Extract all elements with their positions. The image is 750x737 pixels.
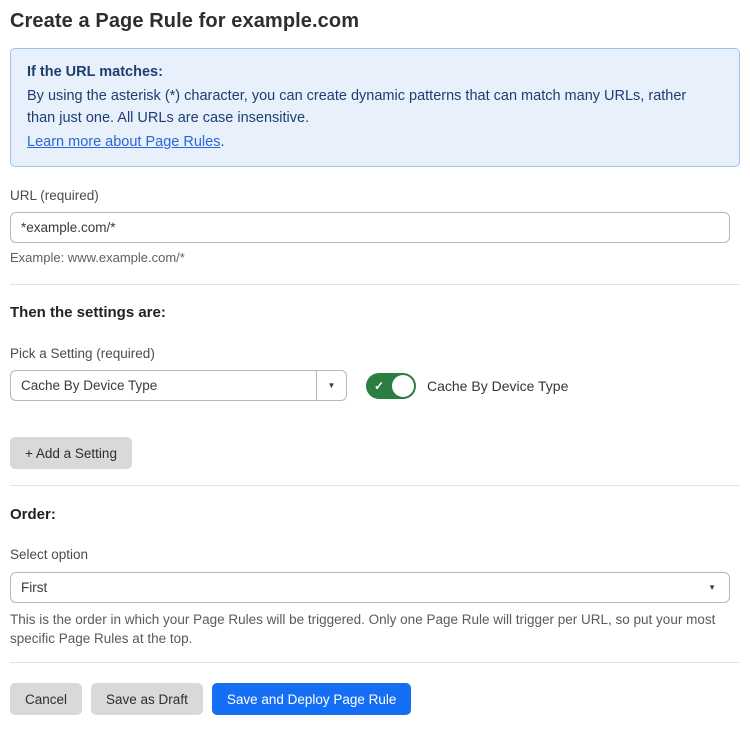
add-setting-button[interactable]: + Add a Setting: [10, 437, 132, 469]
cache-by-device-type-toggle[interactable]: ✓: [366, 373, 416, 399]
url-input[interactable]: [10, 212, 730, 243]
setting-row: Cache By Device Type ▼ ✓ Cache By Device…: [10, 370, 740, 401]
toggle-knob: [392, 375, 414, 397]
setting-select[interactable]: Cache By Device Type ▼: [10, 370, 347, 401]
check-icon: ✓: [374, 380, 384, 392]
setting-select-arrow-button[interactable]: ▼: [316, 371, 346, 400]
order-section-heading: Order:: [10, 506, 740, 523]
link-period: .: [220, 134, 224, 150]
info-callout-body: By using the asterisk (*) character, you…: [27, 85, 707, 129]
order-select-label: Select option: [10, 547, 88, 562]
divider-url-settings: [10, 284, 740, 285]
setting-select-value: Cache By Device Type: [11, 371, 316, 400]
pick-setting-label: Pick a Setting (required): [10, 346, 155, 361]
toggle-label: Cache By Device Type: [427, 378, 568, 394]
info-callout-link-line: Learn more about Page Rules.: [27, 131, 723, 153]
chevron-down-icon: ▼: [328, 381, 336, 390]
page-title: Create a Page Rule for example.com: [10, 10, 740, 33]
url-match-info-callout: If the URL matches: By using the asteris…: [10, 48, 740, 167]
url-field-helper: Example: www.example.com/*: [10, 250, 740, 266]
order-select[interactable]: First ▼: [10, 572, 730, 603]
order-helper-text: This is the order in which your Page Rul…: [10, 610, 730, 648]
info-callout-heading: If the URL matches:: [27, 61, 723, 83]
create-page-rule-form: Create a Page Rule for example.com If th…: [0, 0, 750, 737]
learn-more-page-rules-link[interactable]: Learn more about Page Rules: [27, 134, 220, 150]
order-select-value: First: [21, 580, 47, 595]
settings-section-heading: Then the settings are:: [10, 304, 740, 321]
divider-order-footer: [10, 662, 740, 663]
url-field-label: URL (required): [10, 188, 99, 203]
divider-settings-order: [10, 485, 740, 486]
chevron-down-icon: ▼: [708, 583, 716, 592]
